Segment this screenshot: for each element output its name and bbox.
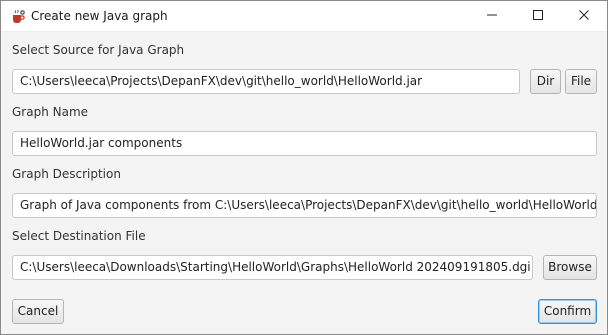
graph-description-label: Graph Description	[12, 167, 121, 181]
dialog-window: Create new Java graph Select Source for …	[0, 0, 608, 335]
dialog-content: Select Source for Java Graph C:\Users\le…	[1, 33, 607, 334]
close-icon	[578, 9, 590, 24]
graph-name-input[interactable]: HelloWorld.jar components	[12, 131, 597, 156]
coffee-gear-icon	[10, 9, 26, 25]
dir-button[interactable]: Dir	[530, 69, 561, 94]
browse-button[interactable]: Browse	[543, 255, 597, 280]
minimize-icon	[486, 9, 498, 24]
graph-description-input[interactable]: Graph of Java components from C:\Users\l…	[12, 193, 597, 218]
window-title: Create new Java graph	[31, 9, 168, 23]
file-button[interactable]: File	[565, 69, 597, 94]
confirm-button[interactable]: Confirm	[538, 299, 597, 324]
cancel-button[interactable]: Cancel	[12, 299, 64, 324]
title-bar[interactable]: Create new Java graph	[1, 1, 607, 32]
maximize-button[interactable]	[515, 1, 561, 32]
maximize-icon	[532, 9, 544, 24]
minimize-button[interactable]	[469, 1, 515, 32]
source-label: Select Source for Java Graph	[12, 43, 185, 57]
graph-name-label: Graph Name	[12, 105, 89, 119]
close-button[interactable]	[561, 1, 607, 32]
source-path-input[interactable]: C:\Users\leeca\Projects\DepanFX\dev\git\…	[12, 69, 520, 94]
destination-label: Select Destination File	[12, 229, 146, 243]
destination-file-input[interactable]: C:\Users\leeca\Downloads\Starting\HelloW…	[12, 255, 533, 280]
